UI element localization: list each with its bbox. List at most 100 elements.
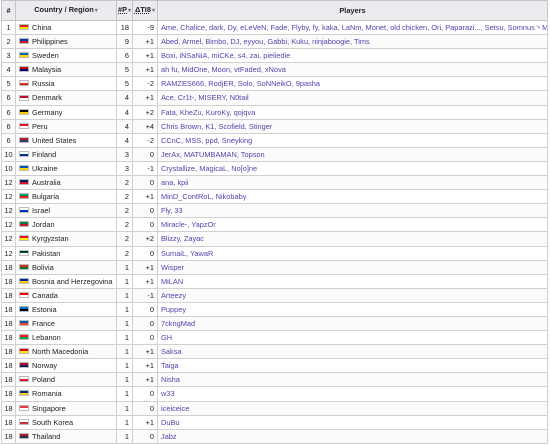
country-name[interactable]: Canada — [32, 291, 58, 300]
players-cell[interactable]: DuBu — [157, 414, 548, 430]
players-cell[interactable]: iceiceice — [157, 400, 548, 416]
count-header[interactable]: #P▾ — [116, 0, 133, 21]
players-cell[interactable]: MinD_ContRoL, Nikobaby — [157, 189, 548, 205]
country-name[interactable]: Sweden — [32, 51, 59, 60]
player-links[interactable]: Fly, 33 — [161, 206, 183, 215]
country-name[interactable]: Philippines — [32, 37, 68, 46]
sort-icon[interactable]: ▾ — [128, 8, 131, 14]
players-cell[interactable]: Ame, Chalice, dark, Dy, eLeVeN, Fade, Fl… — [157, 19, 548, 36]
country-name[interactable]: South Korea — [32, 418, 73, 427]
player-links[interactable]: Ace, Cr1t-, MISERY, N0tail — [161, 93, 249, 102]
player-links[interactable]: Wisper — [161, 263, 184, 272]
player-links[interactable]: Chris Brown, K1, Scofield, Stinger — [161, 122, 272, 131]
players-cell[interactable]: SumaiL, YawaR — [157, 245, 548, 261]
player-links[interactable]: Taiga — [161, 361, 179, 370]
country-name[interactable]: Ukraine — [32, 164, 57, 173]
player-links[interactable]: Puppey — [161, 305, 186, 314]
rank-header[interactable]: # — [1, 0, 16, 21]
player-links[interactable]: JerAx, MATUMBAMAN, Topson — [161, 150, 265, 159]
players-cell[interactable]: Taiga — [157, 358, 548, 374]
players-cell[interactable]: 7ckngMad — [157, 315, 548, 332]
players-cell[interactable]: Boxi, iNSaNiA, miCKe, s4, zai, pieliedie — [157, 48, 548, 64]
players-cell[interactable]: MiLAN — [157, 273, 548, 289]
player-links[interactable]: DuBu — [161, 418, 180, 427]
players-cell[interactable]: Crystallize, MagicaL, No[o]ne — [157, 160, 548, 177]
player-links[interactable]: Fata, KheZu, KuroKy, qojqva — [161, 108, 255, 117]
players-cell[interactable]: ana, kpii — [157, 175, 548, 191]
player-links[interactable]: Nisha — [161, 375, 180, 384]
country-name[interactable]: Estonia — [32, 305, 57, 314]
player-links[interactable]: MinD_ContRoL, Nikobaby — [161, 192, 246, 201]
country-name[interactable]: Kyrgyzstan — [32, 234, 69, 243]
player-links[interactable]: iceiceice — [161, 404, 189, 413]
player-links[interactable]: GH — [161, 333, 172, 342]
country-name[interactable]: Australia — [32, 178, 61, 187]
player-links[interactable]: Crystallize, MagicaL, No[o]ne — [161, 164, 257, 173]
players-cell[interactable]: Arteezy — [157, 287, 548, 303]
sort-icon[interactable]: ▾ — [152, 8, 155, 14]
players-cell[interactable]: Saksa — [157, 344, 548, 360]
players-cell[interactable]: Puppey — [157, 301, 548, 317]
sort-icon[interactable]: ▾ — [95, 8, 98, 14]
country-name[interactable]: Germany — [32, 108, 62, 117]
player-links[interactable]: Arteezy — [161, 291, 186, 300]
country-name[interactable]: Bulgaria — [32, 192, 59, 201]
delta-header[interactable]: ΔTI8▾ — [132, 0, 158, 21]
player-links[interactable]: CCnC, MSS, ppd, Sneyking — [161, 136, 252, 145]
players-cell[interactable]: Chris Brown, K1, Scofield, Stinger — [157, 118, 548, 134]
players-cell[interactable]: CCnC, MSS, ppd, Sneyking — [157, 132, 548, 148]
country-name[interactable]: France — [32, 319, 55, 328]
country-name[interactable]: North Macedonia — [32, 347, 88, 356]
country-name[interactable]: Bosnia and Herzegovina — [32, 277, 113, 286]
country-name[interactable]: Norway — [32, 361, 57, 370]
rank-cell: 12 — [1, 217, 16, 233]
player-links[interactable]: MiLAN — [161, 277, 183, 286]
player-links[interactable]: Saksa — [161, 347, 182, 356]
country-header[interactable]: Country / Region▾ — [15, 0, 117, 21]
player-links[interactable]: Miracle-, YapzOr — [161, 220, 216, 229]
country-name[interactable]: Pakistan — [32, 249, 60, 258]
country-name[interactable]: Bolivia — [32, 263, 54, 272]
player-links[interactable]: Boxi, iNSaNiA, miCKe, s4, zai, pieliedie — [161, 51, 290, 60]
player-links[interactable]: Abed, Armel, Bimbo, DJ, eyyou, Gabbi, Ku… — [161, 37, 370, 46]
players-cell[interactable]: JerAx, MATUMBAMAN, Topson — [157, 146, 548, 162]
country-name[interactable]: China — [32, 23, 51, 32]
country-name[interactable]: Denmark — [32, 93, 62, 102]
country-name[interactable]: Russia — [32, 79, 55, 88]
player-count-cell: 2 — [116, 245, 133, 261]
players-cell[interactable]: Abed, Armel, Bimbo, DJ, eyyou, Gabbi, Ku… — [157, 34, 548, 50]
players-cell[interactable]: w33 — [157, 386, 548, 402]
players-cell[interactable]: Wisper — [157, 259, 548, 275]
player-links[interactable]: Ame, Chalice, dark, Dy, eLeVeN, Fade, Fl… — [161, 23, 547, 32]
players-cell[interactable]: Fly, 33 — [157, 203, 548, 219]
player-links[interactable]: Blizzy, Zayac — [161, 234, 204, 243]
players-cell[interactable]: Blizzy, Zayac — [157, 231, 548, 247]
players-cell[interactable]: Miracle-, YapzOr — [157, 217, 548, 233]
players-cell[interactable]: Fata, KheZu, KuroKy, qojqva — [157, 104, 548, 120]
country-name[interactable]: United States — [32, 136, 76, 145]
players-cell[interactable]: Jabz — [157, 428, 548, 444]
player-links[interactable]: RAMZES666, RodjER, Solo, SoNNeikO, 9pash… — [161, 79, 320, 88]
players-header[interactable]: Players — [157, 0, 548, 21]
player-links[interactable]: ana, kpii — [161, 178, 189, 187]
player-links[interactable]: ah fu, MidOne, Moon, vtFaded, xNova — [161, 65, 286, 74]
country-name[interactable]: Thailand — [32, 432, 60, 441]
country-name[interactable]: Poland — [32, 375, 55, 384]
players-cell[interactable]: ah fu, MidOne, Moon, vtFaded, xNova — [157, 62, 548, 78]
country-name[interactable]: Peru — [32, 122, 48, 131]
country-name[interactable]: Malaysia — [32, 65, 61, 74]
country-name[interactable]: Finland — [32, 150, 56, 159]
player-links[interactable]: Jabz — [161, 432, 177, 441]
country-name[interactable]: Lebanon — [32, 333, 61, 342]
players-cell[interactable]: GH — [157, 330, 548, 346]
country-name[interactable]: Israel — [32, 206, 50, 215]
players-cell[interactable]: Nisha — [157, 372, 548, 388]
player-links[interactable]: 7ckngMad — [161, 319, 195, 328]
country-name[interactable]: Singapore — [32, 404, 66, 413]
country-name[interactable]: Jordan — [32, 220, 55, 229]
players-cell[interactable]: Ace, Cr1t-, MISERY, N0tail — [157, 90, 548, 106]
players-cell[interactable]: RAMZES666, RodjER, Solo, SoNNeikO, 9pash… — [157, 76, 548, 92]
player-links[interactable]: SumaiL, YawaR — [161, 249, 213, 258]
country-name[interactable]: Romania — [32, 389, 62, 398]
player-links[interactable]: w33 — [161, 389, 175, 398]
